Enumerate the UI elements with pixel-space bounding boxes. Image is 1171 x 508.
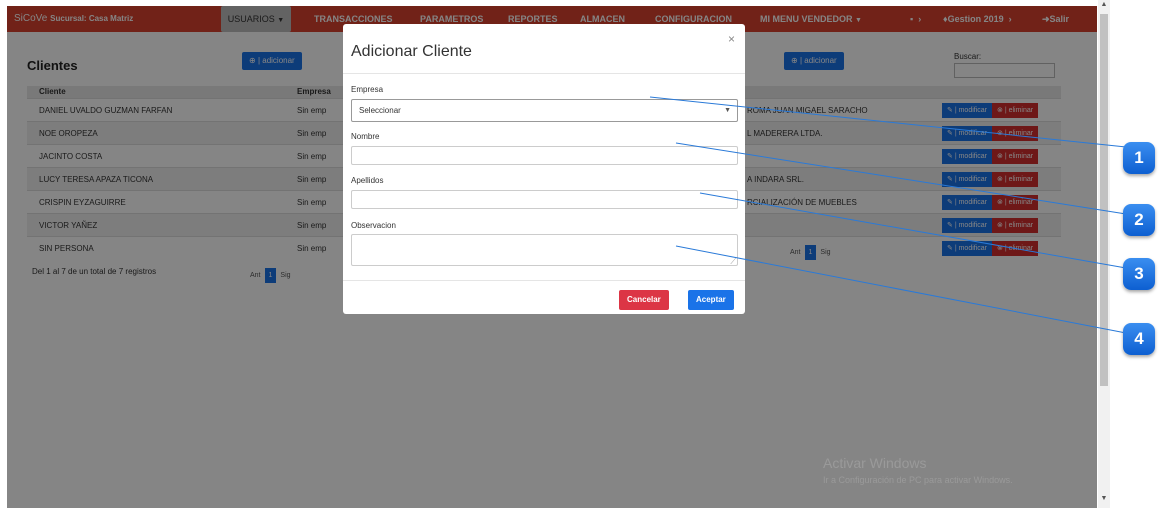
nombre-input[interactable] <box>351 146 738 165</box>
chevron-down-icon: ▼ <box>724 107 731 114</box>
empresa-select[interactable]: Seleccionar ▼ <box>351 99 738 122</box>
accept-button[interactable]: Aceptar <box>688 290 734 310</box>
screenshot-root: SiCoVe Sucursal: Casa Matriz USUARIOS ▼ … <box>0 0 1171 508</box>
modal-footer-divider <box>343 280 745 281</box>
cancel-button[interactable]: Cancelar <box>619 290 669 310</box>
apellidos-input[interactable] <box>351 190 738 209</box>
close-icon[interactable]: × <box>728 32 735 46</box>
scroll-up-icon[interactable]: ▲ <box>1098 1 1110 8</box>
callout-marker-2: 2 <box>1123 204 1155 236</box>
callout-marker-4: 4 <box>1123 323 1155 355</box>
scrollbar-thumb[interactable] <box>1100 14 1108 386</box>
apellidos-label: Apellidos <box>351 176 384 185</box>
scroll-down-icon[interactable]: ▼ <box>1098 495 1110 502</box>
nombre-label: Nombre <box>351 132 380 141</box>
modal-divider <box>343 73 745 74</box>
modal-title: Adicionar Cliente <box>351 43 472 60</box>
windows-activation-title: Activar Windows <box>823 455 927 471</box>
resize-handle-icon[interactable]: ⟋ <box>730 257 736 267</box>
empresa-selected-value: Seleccionar <box>359 106 401 115</box>
callout-marker-3: 3 <box>1123 258 1155 290</box>
empresa-label: Empresa <box>351 85 384 94</box>
observacion-label: Observacion <box>351 221 396 230</box>
add-client-modal: Adicionar Cliente × Empresa Seleccionar … <box>343 24 745 314</box>
observacion-textarea[interactable]: ⟋ <box>351 234 738 266</box>
app-window: SiCoVe Sucursal: Casa Matriz USUARIOS ▼ … <box>7 6 1097 508</box>
vertical-scrollbar[interactable]: ▲ ▼ <box>1098 0 1110 508</box>
windows-activation-subtitle: Ir a Configuración de PC para activar Wi… <box>823 475 1013 485</box>
callout-marker-1: 1 <box>1123 142 1155 174</box>
